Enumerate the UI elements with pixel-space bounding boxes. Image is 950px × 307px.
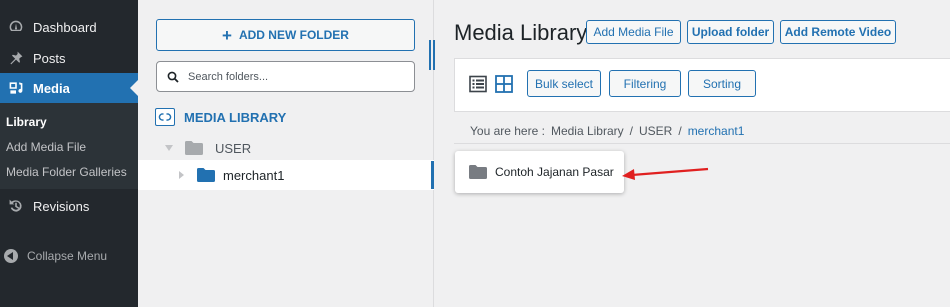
collapse-arrow-icon <box>4 249 18 263</box>
search-icon <box>167 71 179 83</box>
folder-icon <box>185 141 203 155</box>
expand-caret-icon[interactable] <box>179 171 184 179</box>
folder-icon <box>197 168 215 182</box>
filtering-button[interactable]: Filtering <box>609 70 681 97</box>
dashboard-icon <box>6 17 26 37</box>
menu-item-posts[interactable]: Posts <box>0 43 138 73</box>
menu-item-label: Media <box>33 80 70 96</box>
folder-card[interactable]: Contoh Jajanan Pasar <box>455 151 624 193</box>
menu-item-dashboard[interactable]: Dashboard <box>0 12 138 42</box>
tree-root-label: MEDIA LIBRARY <box>184 109 287 125</box>
media-icon <box>6 78 26 98</box>
breadcrumb-separator: / <box>629 123 633 138</box>
tree-item-label: merchant1 <box>223 167 285 183</box>
folder-icon <box>469 165 487 179</box>
annotation-arrow-icon <box>622 167 709 180</box>
folder-panel: + ADD NEW FOLDER MEDIA LIBRARY USER merc… <box>138 0 435 307</box>
add-media-file-button[interactable]: Add Media File <box>586 20 681 44</box>
menu-item-label: Dashboard <box>33 19 97 35</box>
bulk-select-button[interactable]: Bulk select <box>527 70 601 97</box>
menu-item-media[interactable]: Media <box>0 73 138 103</box>
media-submenu: Library Add Media File Media Folder Gall… <box>0 103 138 189</box>
media-toolbar: Bulk select Filtering Sorting <box>454 58 950 112</box>
page-title: Media Library <box>454 20 588 45</box>
main-content: Media Library Add Media File Upload fold… <box>435 0 950 307</box>
collapse-menu-button[interactable]: Collapse Menu <box>0 244 138 268</box>
pin-icon <box>6 48 26 68</box>
add-new-folder-button[interactable]: + ADD NEW FOLDER <box>156 19 415 51</box>
tree-root-media-library[interactable]: MEDIA LIBRARY <box>155 107 286 127</box>
collapse-menu-label: Collapse Menu <box>27 249 108 263</box>
plus-icon: + <box>222 25 232 45</box>
upload-folder-button[interactable]: Upload folder <box>687 20 774 44</box>
folder-search-box <box>156 61 415 92</box>
add-remote-video-button[interactable]: Add Remote Video <box>780 20 896 44</box>
grid-view-icon[interactable] <box>495 75 513 93</box>
breadcrumb: You are here : Media Library / USER / me… <box>454 118 950 144</box>
menu-item-label: Revisions <box>33 198 90 214</box>
tree-item-user[interactable]: USER <box>165 139 251 157</box>
breadcrumb-item-merchant1[interactable]: merchant1 <box>688 124 745 138</box>
history-icon <box>6 196 26 216</box>
sorting-button[interactable]: Sorting <box>688 70 756 97</box>
search-folders-input[interactable] <box>188 70 408 83</box>
expand-caret-icon[interactable] <box>165 145 173 151</box>
folder-card-label: Contoh Jajanan Pasar <box>495 165 614 179</box>
add-new-folder-label: ADD NEW FOLDER <box>238 28 349 42</box>
breadcrumb-item-media-library[interactable]: Media Library <box>551 124 624 138</box>
tree-item-label: USER <box>215 140 252 156</box>
breadcrumb-separator: / <box>678 123 682 138</box>
list-view-icon[interactable] <box>469 75 487 93</box>
tree-item-merchant1[interactable]: merchant1 <box>138 160 434 190</box>
media-library-logo-icon <box>155 108 175 126</box>
breadcrumb-item-user[interactable]: USER <box>639 124 672 138</box>
admin-sidebar: Dashboard Posts Media Library Add Media … <box>0 0 138 307</box>
menu-item-revisions[interactable]: Revisions <box>0 191 138 221</box>
menu-item-label: Posts <box>33 50 66 66</box>
submenu-add-media-file[interactable]: Add Media File <box>6 140 86 154</box>
breadcrumb-prefix: You are here : <box>470 123 545 138</box>
submenu-library[interactable]: Library <box>6 115 47 129</box>
submenu-media-folder-galleries[interactable]: Media Folder Galleries <box>6 165 127 179</box>
selection-indicator <box>431 161 434 189</box>
